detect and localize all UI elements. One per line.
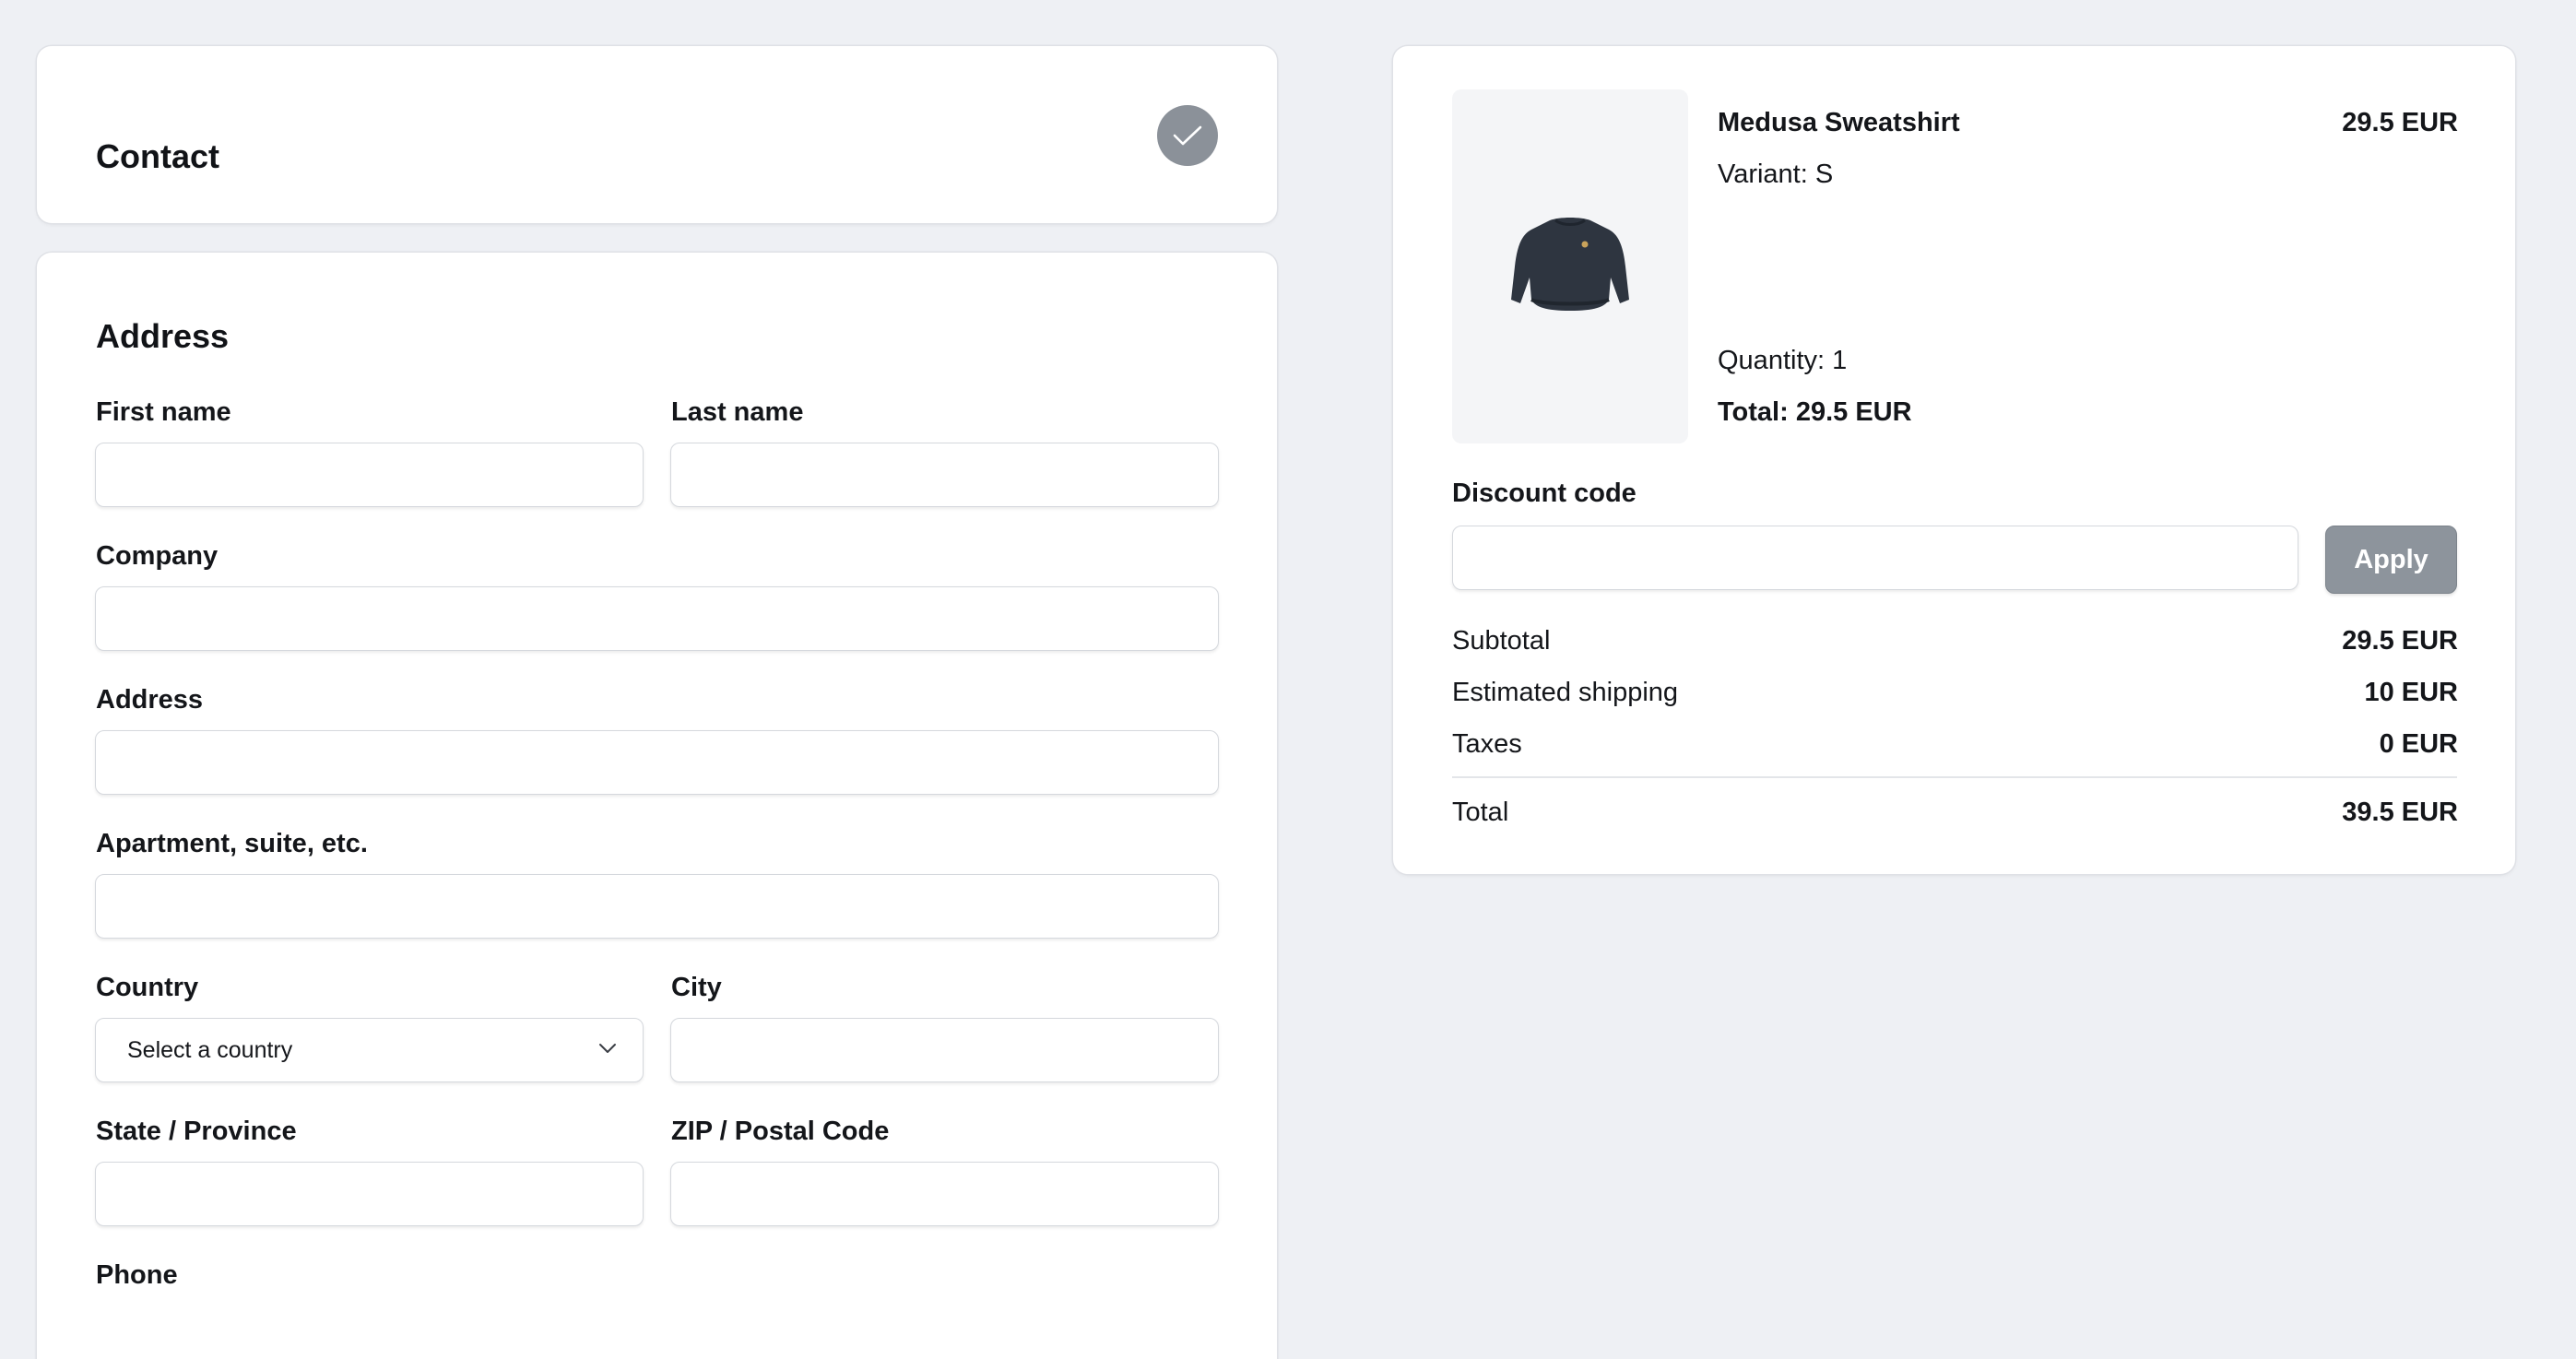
country-label: Country [96,973,199,1002]
discount-code-label: Discount code [1452,479,1637,508]
company-label: Company [96,541,219,571]
shipping-value: 10 EUR [2364,678,2458,707]
state-label: State / Province [96,1117,297,1146]
chevron-down-icon [598,1042,617,1058]
country-select-value: Select a country [127,1036,293,1063]
product-variant: Variant: S [1718,160,1834,189]
total-value: 39.5 EUR [2342,798,2458,827]
last-name-input[interactable] [670,443,1219,507]
address-section: Address First name Last name Company Add… [37,253,1277,1359]
taxes-label: Taxes [1452,729,1522,759]
apartment-input[interactable] [95,874,1219,939]
contact-section: Contact [37,46,1277,223]
contact-title: Contact [96,137,219,175]
product-total: Total: 29.5 EUR [1718,397,1912,427]
first-name-input[interactable] [95,443,644,507]
product-price: 29.5 EUR [2342,108,2458,137]
subtotal-label: Subtotal [1452,626,1551,656]
zip-label: ZIP / Postal Code [671,1117,890,1146]
phone-label: Phone [96,1260,178,1290]
apply-button[interactable]: Apply [2325,526,2457,594]
zip-input[interactable] [670,1162,1219,1226]
first-name-label: First name [96,397,231,427]
last-name-label: Last name [671,397,804,427]
country-select[interactable]: Select a country [95,1018,644,1082]
company-input[interactable] [95,586,1219,651]
address-label: Address [96,685,204,715]
total-label: Total [1452,798,1509,827]
city-input[interactable] [670,1018,1219,1082]
city-label: City [671,973,722,1002]
address-input[interactable] [95,730,1219,795]
discount-code-input[interactable] [1452,526,2298,590]
shipping-label: Estimated shipping [1452,678,1679,707]
product-image [1452,89,1688,443]
state-input[interactable] [95,1162,644,1226]
taxes-value: 0 EUR [2379,729,2458,759]
apartment-label: Apartment, suite, etc. [96,829,368,858]
check-icon [1157,105,1218,166]
subtotal-value: 29.5 EUR [2342,626,2458,656]
address-title: Address [96,317,230,355]
product-quantity: Quantity: 1 [1718,346,1848,375]
sweatshirt-icon [1511,218,1629,311]
product-name: Medusa Sweatshirt [1718,108,1960,137]
summary-divider [1452,776,2457,778]
order-summary: Medusa Sweatshirt 29.5 EUR Variant: S Qu… [1393,46,2515,874]
